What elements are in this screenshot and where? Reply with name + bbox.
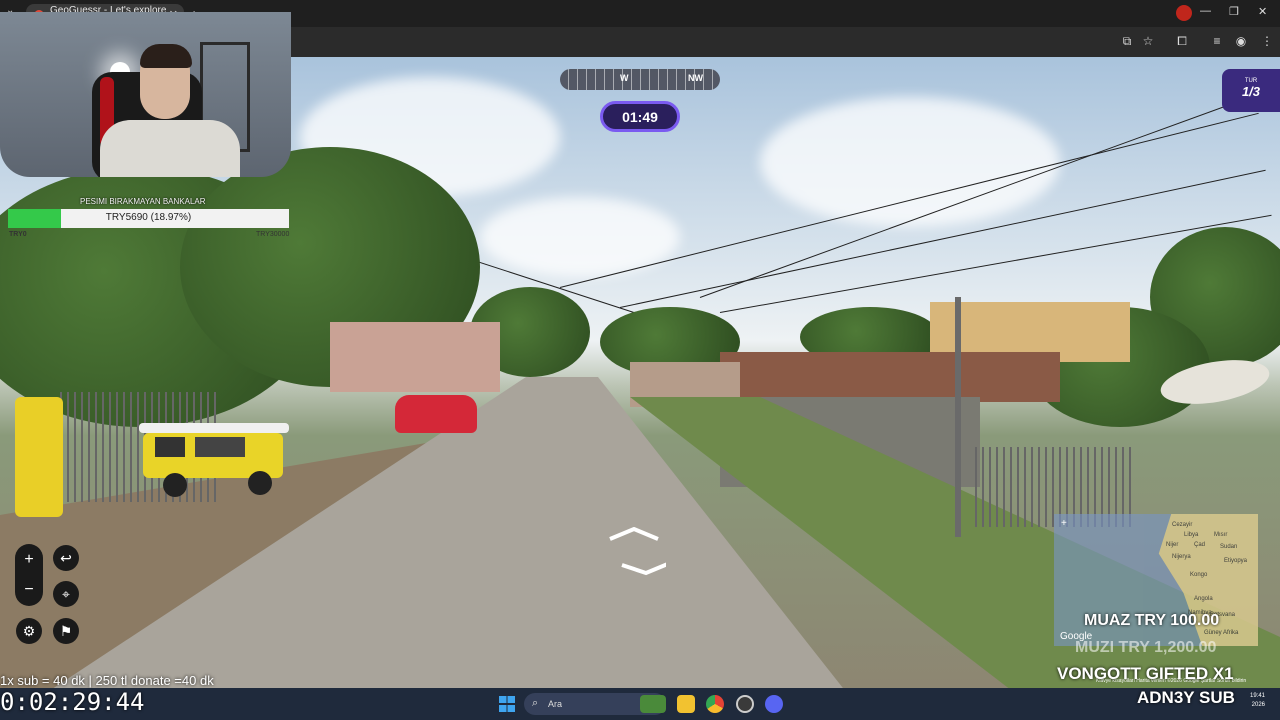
account-icon[interactable]: ◉ [1233,34,1249,48]
extensions-icon[interactable]: ⧠ [1174,34,1190,49]
close-window-icon[interactable]: ✕ [1258,5,1267,18]
windows-start-icon[interactable] [499,696,515,712]
reading-list-icon[interactable]: ≡ [1209,34,1225,48]
stream-uptime: 0:02:29:44 [0,688,145,716]
search-icon: ⌕ [532,697,539,709]
donation-progress-bar: TRY5690 (18.97%) [8,209,289,228]
recent-subscriber: ADN3Y SUB [1137,688,1235,707]
taskbar-date: 2026 [1251,702,1266,708]
undo-move-button[interactable]: ↩ [53,545,79,571]
bookmark-star-icon[interactable]: ☆ [1140,34,1156,48]
donation-goal-title: PESIMI BIRAKMAYAN BANKALAR [80,197,206,206]
settings-gear-icon[interactable]: ⚙ [16,618,42,644]
recent-gifted-sub: VONGOTT GIFTED X1 [1057,664,1234,683]
cast-icon[interactable]: ⧉ [1119,34,1135,49]
compass-northwest-label: NW [688,73,703,83]
discord-icon[interactable] [765,695,783,713]
taskbar-search-placeholder: Ara [548,699,563,709]
move-forward-arrow-icon[interactable] [606,527,666,577]
zoom-in-button[interactable]: + [15,546,43,574]
chrome-icon[interactable] [706,695,724,713]
return-to-start-button[interactable]: ⌖ [53,581,79,607]
maximize-icon[interactable]: ❐ [1229,5,1239,18]
obs-icon[interactable] [736,695,754,713]
minimize-icon[interactable]: — [1200,5,1211,17]
file-explorer-icon[interactable] [677,695,695,713]
donation-max-label: TRY30000 [256,231,290,238]
recent-donation-1: MUAZ TRY 100.00 [1084,612,1220,629]
recent-donation-2: MUZI TRY 1,200.00 [1075,639,1217,656]
round-counter: TUR 1/3 [1222,69,1280,112]
round-value: 1/3 [1241,84,1261,99]
screen: ⌄ GeoGuessr - Let's explore the... ✕ + —… [0,0,1280,720]
zoom-out-button[interactable]: − [15,576,43,604]
donation-min-label: TRY0 [9,231,27,238]
donation-progress-text: TRY5690 (18.97%) [105,212,192,223]
zoom-controls: + − [15,544,43,606]
minimap-expand-icon[interactable]: + [1061,518,1067,529]
taskbar-clock[interactable]: 19:41 2026 [1250,692,1265,710]
profile-avatar-icon[interactable] [1176,5,1192,21]
compass-bar: W NW [560,69,720,90]
stream-info-line: 1x sub = 40 dk | 250 tl donate =40 dk [0,673,214,688]
round-timer: 01:49 [600,101,680,132]
widgets-icon[interactable] [640,695,666,713]
flag-checkpoint-button[interactable]: ⚑ [53,618,79,644]
webcam-overlay [0,12,291,177]
compass-west-label: W [620,73,629,83]
browser-menu-icon[interactable]: ⋮ [1259,34,1275,48]
taskbar-time: 19:41 [1250,693,1266,699]
